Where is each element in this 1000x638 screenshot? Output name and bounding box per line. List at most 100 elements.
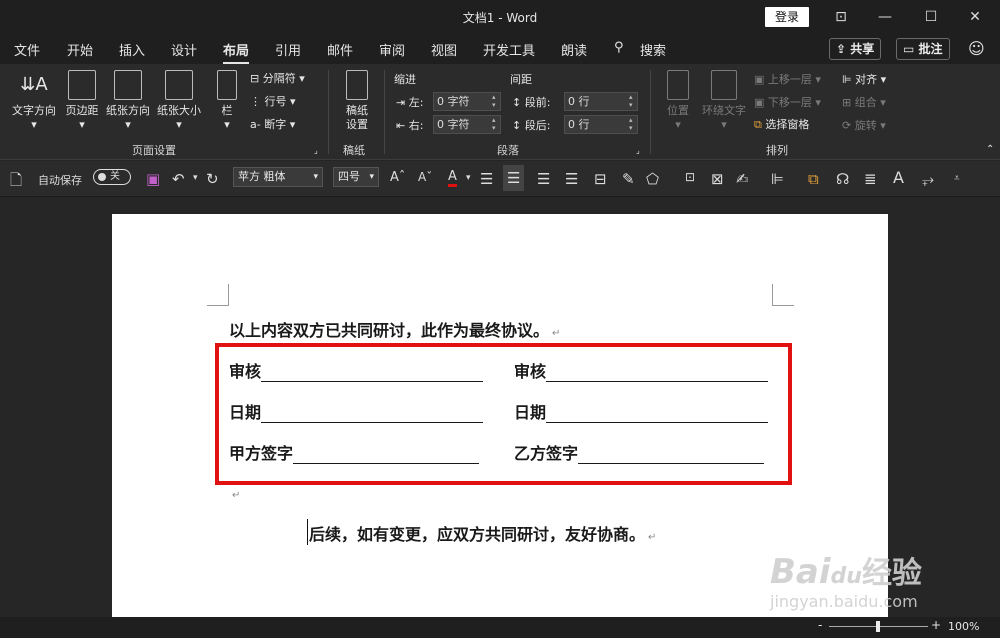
distributed-icon[interactable]: ⊟ xyxy=(594,170,607,188)
manuscript-settings-button[interactable]: 稿纸 设置 xyxy=(340,70,374,132)
zoom-level[interactable]: 100% xyxy=(948,620,979,633)
login-button[interactable]: 登录 xyxy=(765,7,809,27)
save-icon[interactable]: ▣ xyxy=(146,170,160,188)
feedback-smiley-icon[interactable]: ☺ xyxy=(968,39,985,58)
zoom-slider-thumb[interactable] xyxy=(876,621,880,632)
redo-icon[interactable]: ↻ xyxy=(206,170,219,188)
group-separator xyxy=(650,70,651,154)
arrange-group-label: 排列 xyxy=(766,144,788,157)
paragraph-mark: ↵ xyxy=(232,490,241,501)
tab-view[interactable]: 视图 xyxy=(431,40,457,59)
undo-icon[interactable]: ↶ xyxy=(172,170,185,188)
indent-right-input[interactable]: 0 字符 xyxy=(433,115,501,134)
comments-label: 批注 xyxy=(918,42,943,56)
tab-home[interactable]: 开始 xyxy=(67,40,93,59)
indent-left-label: ⇥ 左: xyxy=(396,96,424,109)
tab-read-aloud[interactable]: 朗读 xyxy=(561,40,587,59)
zoom-in-button[interactable]: + xyxy=(931,618,941,632)
quick-access-toolbar: 🗋 自动保存 ▣ ↶ ▾ ↻ Aˆ Aˇ A ▾ ☰ ☰ ☰ ☰ ⊟ ✎ ⬠ ⊡… xyxy=(0,161,1000,197)
manuscript-label: 稿纸 设置 xyxy=(346,104,368,131)
collapse-ribbon-icon[interactable]: ⌃ xyxy=(986,144,994,155)
spacing-before-input[interactable]: 0 行 xyxy=(564,92,638,111)
spacing-after-input[interactable]: 0 行 xyxy=(564,115,638,134)
rotate-button[interactable]: ⟳ 旋转 ▾ xyxy=(842,117,886,133)
comments-button[interactable]: ▭ 批注 xyxy=(896,38,950,60)
tab-file[interactable]: 文件 xyxy=(14,40,40,59)
new-document-icon[interactable]: 🗋 xyxy=(10,170,22,195)
orientation-button[interactable]: 纸张方向 ▾ xyxy=(104,70,152,132)
bring-forward-icon: ▣ xyxy=(754,73,768,86)
shape-icon[interactable]: ⬠ xyxy=(646,170,659,188)
text-box-icon[interactable]: ⊡ xyxy=(685,170,695,184)
columns-button[interactable]: 栏 ▾ xyxy=(214,70,240,132)
style-icon[interactable]: A xyxy=(893,168,904,187)
tab-mailings[interactable]: 邮件 xyxy=(327,40,353,59)
text-direction-button[interactable]: ⇊A 文字方向 ▾ xyxy=(8,70,60,132)
font-size-select[interactable]: 四号 xyxy=(333,167,379,187)
text-cursor xyxy=(307,519,308,545)
share-button[interactable]: ⇪ 共享 xyxy=(829,38,882,60)
page-setup-dialog-launcher-icon[interactable]: ⌟ xyxy=(314,146,318,155)
ribbon-display-options-icon[interactable]: ⊡ xyxy=(826,6,856,28)
hyphenation-button[interactable]: a- 断字 ▾ xyxy=(250,116,295,132)
font-name-select[interactable]: 苹方 粗体 xyxy=(233,167,323,187)
bring-front-icon[interactable]: ⧉ xyxy=(808,170,819,188)
size-label: 纸张大小 xyxy=(157,104,201,117)
search-icon[interactable]: ⚲ xyxy=(614,40,624,55)
font-color-dropdown-icon[interactable]: ▾ xyxy=(466,173,471,183)
hyphenation-icon: a- xyxy=(250,118,265,131)
tab-insert[interactable]: 插入 xyxy=(119,40,145,59)
paragraph-mark: ↵ xyxy=(648,532,657,543)
picture-icon[interactable]: ⊠ xyxy=(711,170,724,188)
tab-references[interactable]: 引用 xyxy=(275,40,301,59)
paw-icon: du xyxy=(830,564,862,589)
group-button[interactable]: ⊞ 组合 ▾ xyxy=(842,94,886,110)
wrap-icon[interactable]: ⥅ xyxy=(922,170,934,188)
size-button[interactable]: 纸张大小 ▾ xyxy=(155,70,203,132)
margins-button[interactable]: 页边距 ▾ xyxy=(62,70,102,132)
margins-label: 页边距 xyxy=(65,104,99,117)
line-numbers-button[interactable]: ⋮ 行号 ▾ xyxy=(250,93,296,109)
breaks-button[interactable]: ⊟ 分隔符 ▾ xyxy=(250,70,305,86)
align-center-icon[interactable]: ☰ xyxy=(503,165,525,191)
customize-toolbar-icon[interactable]: ⩡ xyxy=(954,173,960,184)
columns-label: 栏 xyxy=(221,104,233,117)
agreement-line[interactable]: 以上内容双方已共同研讨，此作为最终协议。 ↵ xyxy=(229,317,560,341)
wrap-text-button[interactable]: 环绕文字 ▾ xyxy=(698,70,750,132)
bring-forward-button[interactable]: ▣ 上移一层 ▾ xyxy=(754,71,821,87)
align-right-icon[interactable]: ☰ xyxy=(537,170,550,188)
rotate-icon: ⟳ xyxy=(842,119,855,132)
read-aloud-icon[interactable]: ☊ xyxy=(836,170,849,188)
line-spacing-icon[interactable]: ≣ xyxy=(864,170,877,188)
tab-developer[interactable]: 开发工具 xyxy=(483,40,535,59)
align-button[interactable]: ⊫ 对齐 ▾ xyxy=(842,71,886,87)
close-button[interactable]: ✕ xyxy=(960,6,990,28)
text-direction-icon: ⇊A xyxy=(20,74,48,95)
tab-review[interactable]: 审阅 xyxy=(379,40,405,59)
tab-design[interactable]: 设计 xyxy=(171,40,197,59)
align-left-icon[interactable]: ☰ xyxy=(480,170,493,188)
indent-left-input[interactable]: 0 字符 xyxy=(433,92,501,111)
tab-layout[interactable]: 布局 xyxy=(223,40,250,64)
arrange-icon[interactable]: ⊫ xyxy=(771,170,784,188)
autosave-toggle[interactable]: 关 xyxy=(93,169,131,185)
shrink-font-icon[interactable]: Aˇ xyxy=(418,170,432,184)
justify-icon[interactable]: ☰ xyxy=(565,170,578,188)
followup-line[interactable]: 后续，如有变更，应双方共同研讨，友好协商。 ↵ xyxy=(309,521,656,545)
format-painter-icon[interactable]: ✎ xyxy=(622,170,635,188)
signature-icon[interactable]: ✍ xyxy=(736,170,749,188)
send-backward-button[interactable]: ▣ 下移一层 ▾ xyxy=(754,94,821,110)
undo-dropdown-icon[interactable]: ▾ xyxy=(193,173,198,183)
minimize-button[interactable]: — xyxy=(870,6,900,28)
selection-pane-button[interactable]: ⧉ 选择窗格 xyxy=(754,116,809,132)
breaks-icon: ⊟ xyxy=(250,72,263,85)
spacing-after-label: ↕ 段后: xyxy=(512,119,551,132)
restore-button[interactable]: ☐ xyxy=(916,6,946,28)
paragraph-dialog-launcher-icon[interactable]: ⌟ xyxy=(636,146,640,155)
position-button[interactable]: 位置 ▾ xyxy=(662,70,694,132)
zoom-out-button[interactable]: - xyxy=(818,618,822,632)
search-label[interactable]: 搜索 xyxy=(640,40,666,59)
grow-font-icon[interactable]: Aˆ xyxy=(390,170,405,185)
wrap-text-label: 环绕文字 xyxy=(702,104,746,117)
font-color-icon[interactable]: A xyxy=(448,170,457,187)
